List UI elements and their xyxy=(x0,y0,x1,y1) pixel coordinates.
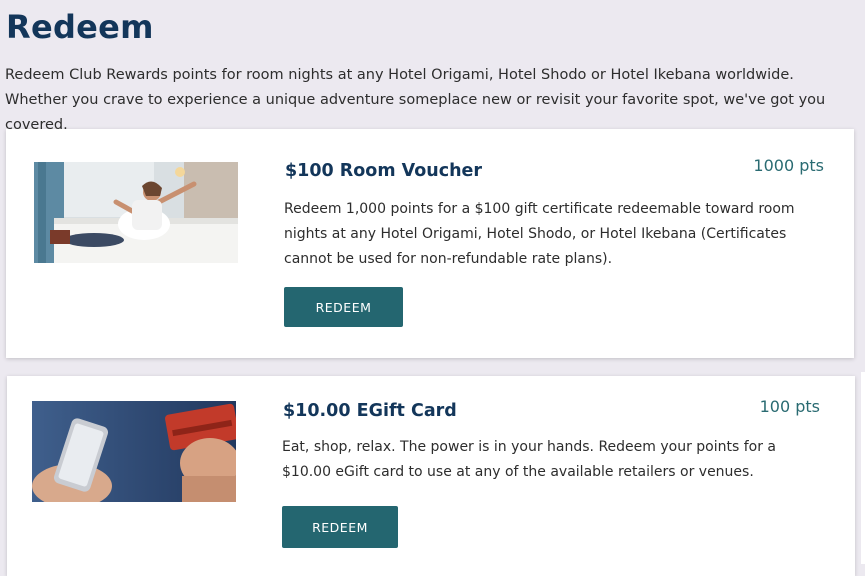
reward-title: $10.00 EGift Card xyxy=(283,401,457,421)
reward-description: Redeem 1,000 points for a $100 gift cert… xyxy=(284,201,795,267)
reward-title: $100 Room Voucher xyxy=(285,161,483,181)
reward-points: 100 pts xyxy=(759,397,820,416)
reward-description: Eat, shop, relax. The power is in your h… xyxy=(282,439,777,480)
reward-points: 1000 pts xyxy=(753,156,824,175)
page-intro: Redeem Club Rewards points for room nigh… xyxy=(5,67,826,133)
page-title: Redeem xyxy=(6,8,154,46)
redeem-button-room-voucher[interactable]: REDEEM xyxy=(284,287,403,327)
egift-card-image xyxy=(32,401,236,502)
redeem-button-egift-card[interactable]: REDEEM xyxy=(282,506,398,548)
room-voucher-image xyxy=(34,162,238,263)
reward-card-egift-card: $10.00 EGift Card 100 pts Eat, shop, rel… xyxy=(7,376,855,576)
page-edge xyxy=(861,372,865,564)
reward-card-room-voucher: $100 Room Voucher 1000 pts Redeem 1,000 … xyxy=(6,129,854,358)
